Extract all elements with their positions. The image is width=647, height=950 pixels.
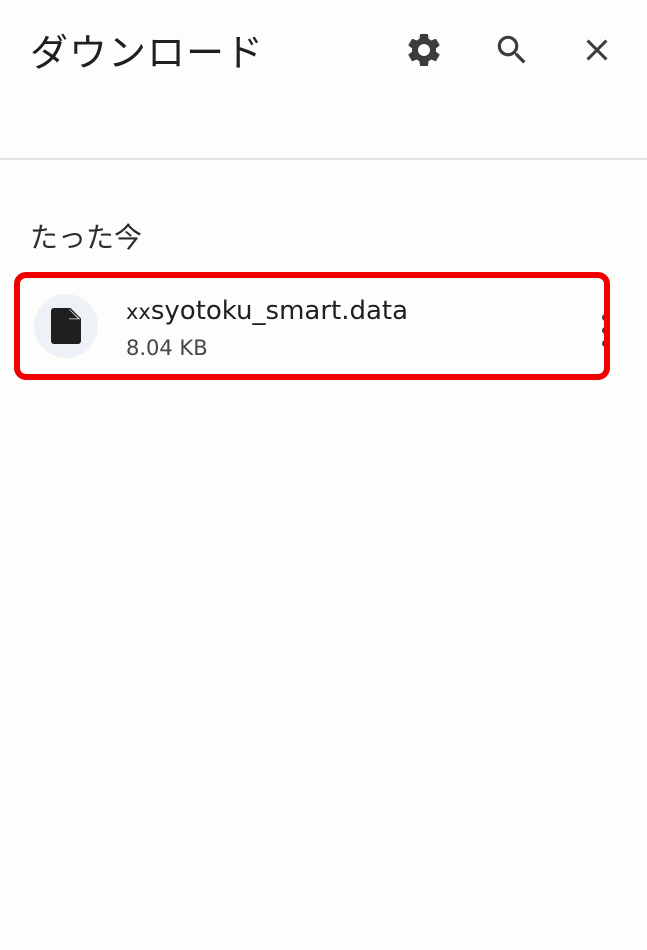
settings-button[interactable] xyxy=(398,24,450,76)
more-options-button[interactable] xyxy=(596,314,604,354)
file-name: xxsyotoku_smart.data xyxy=(126,296,408,326)
header-divider xyxy=(0,158,647,160)
downloads-screen: ダウンロード たった今 xxsyotoku_smart.data 8.04 KB xyxy=(0,0,647,950)
gear-icon xyxy=(408,33,440,66)
close-icon xyxy=(586,39,608,61)
file-name-main: syotoku_smart.data xyxy=(150,296,409,326)
file-icon-container xyxy=(34,294,98,358)
close-button[interactable] xyxy=(571,24,623,76)
file-icon xyxy=(51,308,81,344)
search-icon xyxy=(497,35,526,64)
page-title: ダウンロード xyxy=(30,31,265,75)
search-button[interactable] xyxy=(486,24,538,76)
file-name-prefix: xx xyxy=(126,300,151,324)
file-size: 8.04 KB xyxy=(126,336,208,360)
section-header-just-now: たった今 xyxy=(30,221,143,254)
app-header: ダウンロード xyxy=(0,0,647,158)
download-item-highlighted[interactable]: xxsyotoku_smart.data 8.04 KB xyxy=(14,272,610,380)
